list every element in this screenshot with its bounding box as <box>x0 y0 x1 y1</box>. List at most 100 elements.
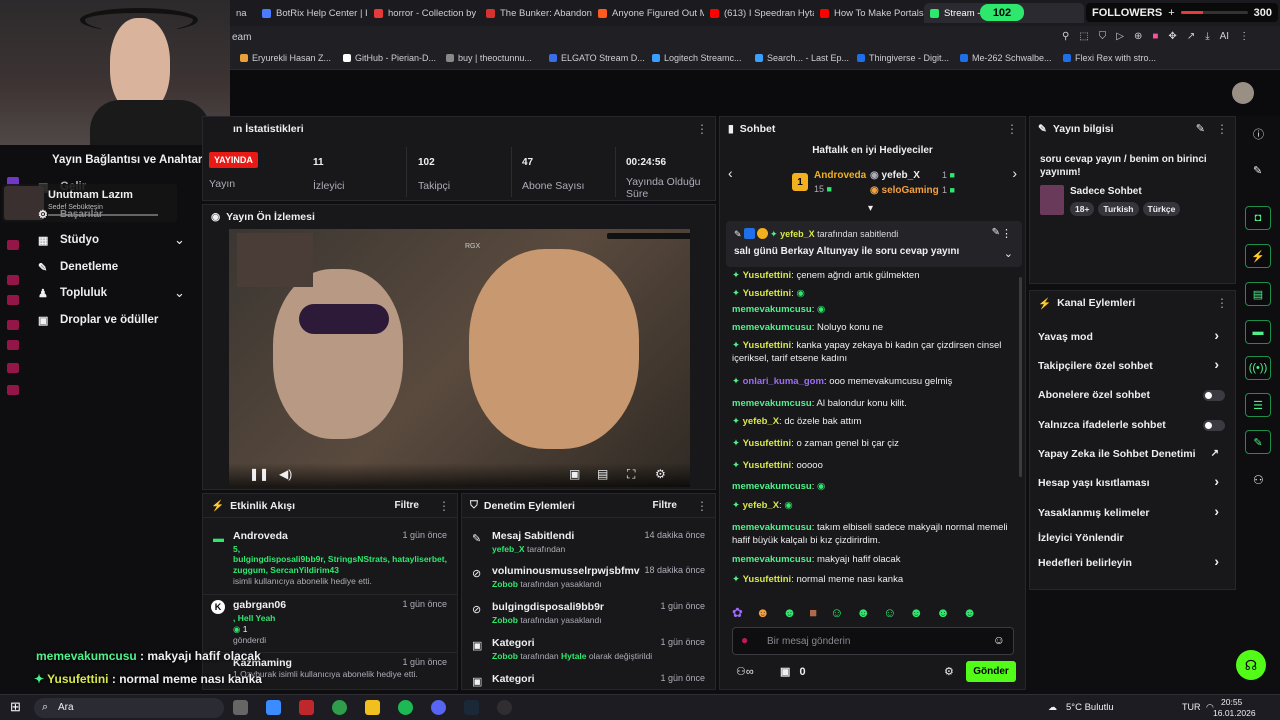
toggle-switch[interactable] <box>1203 389 1225 401</box>
rail-button[interactable]: ▤ <box>1245 282 1271 306</box>
send-button[interactable]: Gönder <box>966 661 1016 682</box>
bookmark[interactable]: Search... - Last Ep... <box>755 53 849 63</box>
fullscreen-icon[interactable]: ⛶ <box>627 467 635 482</box>
bookmark[interactable]: Me-262 Schwalbe... <box>960 53 1052 63</box>
emote-icon[interactable]: ☻ <box>936 605 950 621</box>
shield-icon[interactable]: ⛉ <box>1099 31 1107 42</box>
emote-icon[interactable]: ☻ <box>756 605 770 621</box>
rail-button[interactable]: ((•)) <box>1245 356 1271 380</box>
steam-icon[interactable] <box>464 700 479 715</box>
channel-action-item[interactable]: Hedefleri belirleyin › <box>1038 553 1227 569</box>
settings-icon[interactable]: ⚙ <box>944 665 954 678</box>
filter-button[interactable]: Filtre <box>395 500 419 511</box>
chat-username[interactable]: memevakumcusu <box>732 304 812 315</box>
chat-username[interactable]: memevakumcusu <box>732 522 812 533</box>
taskbar-search[interactable]: ⌕ Ara <box>34 698 224 718</box>
nav-item-community[interactable]: ♟ Topluluk <box>38 287 107 300</box>
nav-item-moderation[interactable]: ✎ Denetleme <box>38 261 118 274</box>
channel-action-item[interactable]: Yavaş mod › <box>1038 327 1227 343</box>
filter-button[interactable]: Filtre <box>653 500 677 511</box>
chat-username[interactable]: memevakumcusu <box>732 554 812 565</box>
bookmark[interactable]: ELGATO Stream D... <box>549 53 645 63</box>
clock-date[interactable]: 16.01.2026 <box>1213 708 1256 718</box>
browser-tab[interactable]: Anyone Figured Out M <box>592 3 704 23</box>
discord-icon[interactable] <box>431 700 446 715</box>
obs-icon[interactable] <box>497 700 512 715</box>
rail-icon[interactable] <box>7 320 19 330</box>
play-icon[interactable]: ▷ <box>1116 31 1124 42</box>
pencil-icon[interactable]: ✎ <box>1253 164 1262 177</box>
browser-tab[interactable]: The Bunker: Abandon <box>480 3 592 23</box>
chevron-down-icon[interactable]: ⌄ <box>1004 247 1013 260</box>
channel-action-item[interactable]: Yalnızca ifadelerle sohbet <box>1038 419 1227 431</box>
volume-icon[interactable]: ◀) <box>279 467 292 481</box>
chat-username[interactable]: Yusufettini <box>743 438 792 449</box>
bookmark[interactable]: Eryurekli Hasan Z... <box>240 53 331 63</box>
chat-username[interactable]: yefeb_X <box>743 500 779 511</box>
extension-icon[interactable]: ■ <box>1152 31 1158 42</box>
emote-icon[interactable]: ✿ <box>732 605 743 621</box>
more-options-icon[interactable]: ⋮ <box>696 122 708 136</box>
download-icon[interactable]: ⤓ <box>1205 31 1209 42</box>
spotify-icon[interactable] <box>398 700 413 715</box>
channel-action-item[interactable]: Takipçilere özel sohbet › <box>1038 356 1227 372</box>
more-options-icon[interactable]: ⋮ <box>1006 122 1018 136</box>
users-icon[interactable]: ⚇∞ <box>736 666 754 678</box>
channel-action-item[interactable]: Abonelere özel sohbet <box>1038 389 1227 401</box>
file-explorer-icon[interactable] <box>365 700 380 715</box>
clip-icon[interactable]: ▤ <box>597 467 608 481</box>
bookmark[interactable]: GitHub - Pierian-D... <box>343 53 436 63</box>
clock-time[interactable]: 20:55 <box>1221 697 1242 707</box>
channel-action-item[interactable]: Hesap yaşı kısıtlaması › <box>1038 473 1227 489</box>
emote-icon[interactable]: ☻ <box>856 605 870 621</box>
app-icon[interactable] <box>299 700 314 715</box>
pause-icon[interactable]: ❚❚ <box>249 467 269 481</box>
more-options-icon[interactable]: ⋮ <box>1001 227 1012 240</box>
nav-stream-key[interactable]: Yayın Bağlantısı ve Anahtarı <box>52 154 206 166</box>
points-display[interactable]: ▣ 0 <box>780 665 806 678</box>
microphone-icon[interactable]: ● <box>741 633 748 647</box>
more-icon[interactable]: ⋮ <box>1239 31 1249 42</box>
chat-username[interactable]: memevakumcusu <box>732 322 812 333</box>
chrome-icon[interactable] <box>332 700 347 715</box>
chat-username[interactable]: Yusufettini <box>743 574 792 585</box>
users-icon[interactable]: ⚇ <box>1253 473 1264 487</box>
bookmark[interactable]: buy | theoctunnu... <box>446 53 532 63</box>
weather-text[interactable]: 5°C Bulutlu <box>1066 702 1114 713</box>
rail-button[interactable]: ⚡ <box>1245 244 1271 268</box>
rail-button[interactable]: ☰ <box>1245 393 1271 417</box>
chat-username[interactable]: yefeb_X <box>743 416 779 427</box>
emote-icon[interactable]: ☻ <box>783 605 797 621</box>
chat-username[interactable]: Yusufettini <box>743 288 792 299</box>
more-options-icon[interactable]: ⋮ <box>696 499 708 513</box>
tag[interactable]: Türkçe <box>1142 202 1181 216</box>
cart-icon[interactable]: ⊕ <box>1134 31 1142 42</box>
chat-username[interactable]: memevakumcusu <box>732 398 812 409</box>
tag[interactable]: 18+ <box>1070 202 1095 216</box>
emote-icon[interactable]: ☻ <box>909 605 923 621</box>
theatre-icon[interactable]: ▣ <box>569 467 580 481</box>
stream-category[interactable]: Sadece Sohbet <box>1070 186 1142 197</box>
chat-scrollbar[interactable] <box>1019 277 1022 477</box>
channel-action-item[interactable]: İzleyici Yönlendir <box>1038 532 1227 544</box>
chat-username[interactable]: Yusufettini <box>743 270 792 281</box>
nav-item-achievements[interactable]: ⚙ Başarılar <box>38 208 103 222</box>
chevron-down-icon[interactable]: ⌄ <box>174 285 185 301</box>
rail-button[interactable]: ✎ <box>1245 430 1271 454</box>
nav-item-drops[interactable]: ▣ Droplar ve ödüller <box>38 314 158 327</box>
stream-preview-video[interactable]: RGX ❚❚ ◀) ▣ ▤ ⛶ ⚙ <box>229 229 690 487</box>
collapse-icon[interactable]: ▾ <box>868 203 873 214</box>
ai-icon[interactable]: AI <box>1220 31 1229 42</box>
rail-icon[interactable] <box>7 295 19 305</box>
browser-tab[interactable]: na <box>230 3 252 23</box>
bookmark[interactable]: Flexi Rex with stro... <box>1063 53 1156 63</box>
nav-item-studio[interactable]: ▦ Stüdyo <box>38 234 99 247</box>
emote-icon[interactable]: ☺ <box>830 605 843 621</box>
copilot-icon[interactable] <box>266 700 281 715</box>
chevron-right-icon[interactable]: › <box>1012 165 1017 181</box>
more-options-icon[interactable]: ⋮ <box>1216 296 1228 310</box>
info-icon[interactable]: ⓘ <box>1253 126 1264 142</box>
edit-icon[interactable]: ✎ <box>1196 122 1205 135</box>
rail-icon[interactable] <box>7 240 19 250</box>
help-chat-button[interactable]: ☊ <box>1236 650 1266 680</box>
